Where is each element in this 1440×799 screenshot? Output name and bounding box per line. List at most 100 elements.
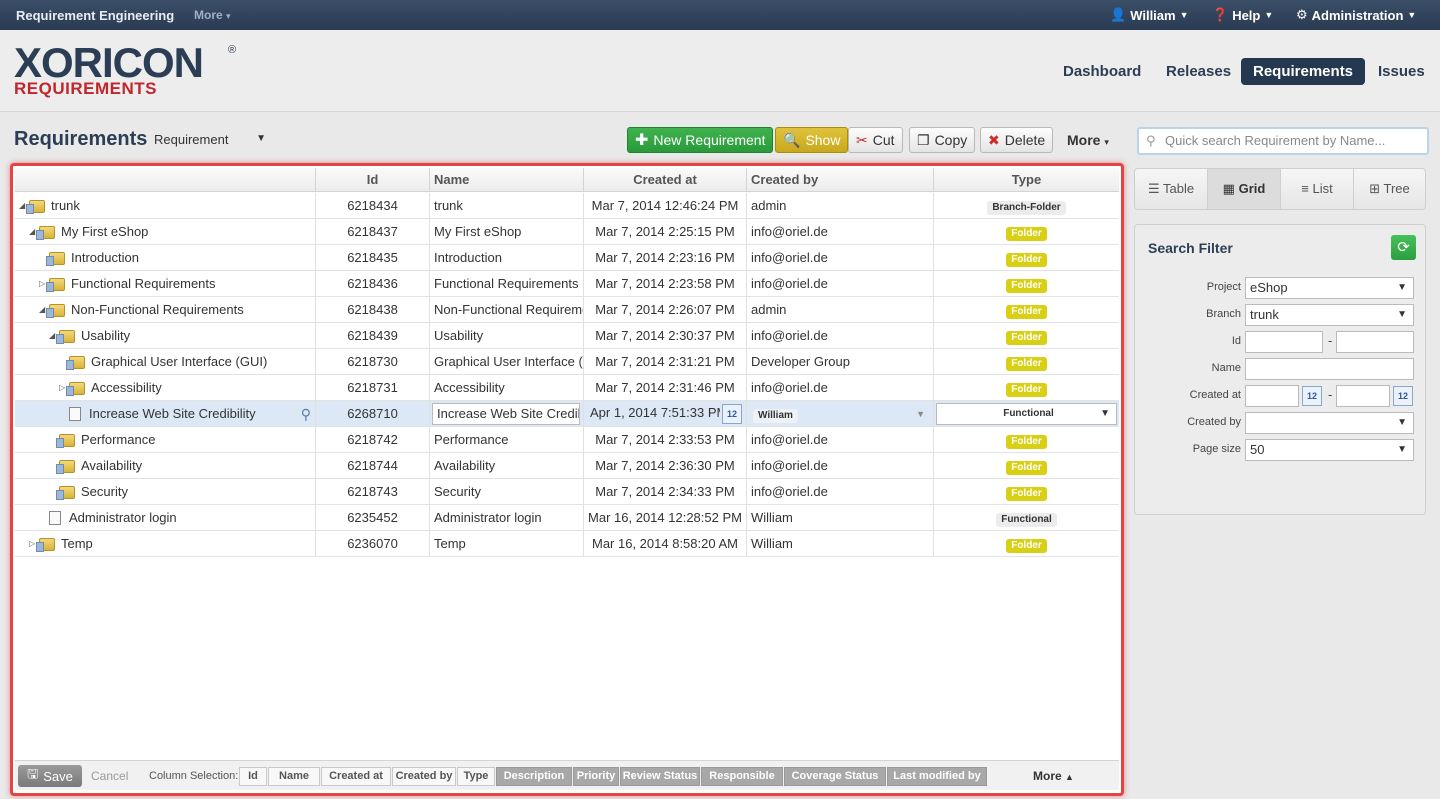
view-tree-button[interactable]: ⊞ Tree — [1354, 169, 1425, 209]
created-at-from-input[interactable] — [1245, 385, 1299, 407]
calendar-icon[interactable]: 12 — [722, 404, 742, 424]
column-toggle-created-at[interactable]: Created at — [321, 767, 391, 786]
toolbar-more-menu[interactable]: More ▾ — [1067, 132, 1109, 148]
new-requirement-button[interactable]: ✚ New Requirement — [627, 127, 774, 153]
column-toggle-type[interactable]: Type — [457, 767, 495, 786]
view-table-label: Table — [1162, 181, 1195, 196]
tree-cell[interactable]: Graphical User Interface (GUI) — [15, 349, 316, 375]
view-table-button[interactable]: ☰ Table — [1135, 169, 1208, 209]
tree-cell[interactable]: ▷ Temp — [15, 531, 316, 557]
user-menu[interactable]: 👤 William ▼ — [1110, 7, 1189, 23]
table-row[interactable]: ◢ My First eShop 6218437 My First eShop Mar … — [15, 219, 1119, 245]
table-row[interactable]: Introduction 6218435 Introduction Mar 7, 20… — [15, 245, 1119, 271]
app-title[interactable]: Requirement Engineering — [16, 8, 174, 23]
cut-button[interactable]: ✂ Cut — [848, 127, 903, 153]
folder-icon — [56, 459, 75, 474]
logo[interactable]: XORICON — [14, 42, 204, 84]
table-row[interactable]: ◢ Usability 6218439 Usability Mar 7, 2014 2:… — [15, 323, 1119, 349]
calendar-icon[interactable]: 12 — [1393, 386, 1413, 406]
copy-button[interactable]: ❐ Copy — [909, 127, 976, 153]
tree-cell[interactable]: ▷ Accessibility — [15, 375, 316, 401]
table-row[interactable]: ◢ trunk 6218434 trunk Mar 7, 2014 12:46:24 P… — [15, 193, 1119, 219]
id-cell: 6218435 — [316, 245, 430, 271]
project-select[interactable]: eShop ▼ — [1245, 277, 1414, 299]
tree-cell[interactable]: Administrator login — [15, 505, 316, 531]
admin-menu[interactable]: ⚙ Administration ▼ — [1296, 7, 1416, 23]
tree-cell[interactable]: ▷ Functional Requirements — [15, 271, 316, 297]
column-toggle-responsible[interactable]: Responsible — [701, 767, 783, 786]
nav-requirements[interactable]: Requirements — [1241, 58, 1366, 85]
tree-cell[interactable]: ◢ Usability — [15, 323, 316, 349]
top-more-menu[interactable]: More ▾ — [194, 8, 231, 22]
name-edit-input[interactable]: Increase Web Site Credibi — [432, 403, 580, 425]
refresh-icon[interactable]: ⟳ — [1391, 235, 1416, 260]
column-toggle-priority[interactable]: Priority — [573, 767, 619, 786]
tree-cell[interactable]: Increase Web Site Credibility ⚲ — [15, 401, 316, 427]
page-size-select[interactable]: 50 ▼ — [1245, 439, 1414, 461]
branch-select[interactable]: trunk ▼ — [1245, 304, 1414, 326]
column-header-id[interactable]: Id — [316, 168, 430, 192]
calendar-icon[interactable]: 12 — [1302, 386, 1322, 406]
show-button[interactable]: 🔍 Show — [775, 127, 849, 153]
table-row[interactable]: ▷ Functional Requirements 6218436 Functiona… — [15, 271, 1119, 297]
view-list-button[interactable]: ≡ List — [1281, 169, 1354, 209]
nav-releases[interactable]: Releases — [1154, 58, 1243, 85]
column-header-name[interactable]: Name — [430, 168, 584, 192]
table-row[interactable]: ▷ Temp 6236070 Temp Mar 16, 2014 8:58:20 AM W… — [15, 531, 1119, 557]
user-menu-label: William — [1130, 7, 1176, 23]
tree-cell[interactable]: ◢ trunk — [15, 193, 316, 219]
nav-dashboard[interactable]: Dashboard — [1051, 58, 1153, 85]
id-to-input[interactable] — [1336, 331, 1414, 353]
view-grid-button[interactable]: ▦ Grid — [1208, 169, 1281, 209]
table-row[interactable]: ▷ Accessibility 6218731 Accessibility Mar 7,… — [15, 375, 1119, 401]
tree-cell[interactable]: Security — [15, 479, 316, 505]
cancel-button[interactable]: Cancel — [91, 769, 128, 783]
footer-more-menu[interactable]: More ▲ — [1033, 769, 1074, 783]
nav-issues[interactable]: Issues — [1366, 58, 1437, 85]
column-header-created-by[interactable]: Created by — [747, 168, 934, 192]
table-row[interactable]: Performance 6218742 Performance Mar 7, 2014… — [15, 427, 1119, 453]
column-header-created-at[interactable]: Created at — [584, 168, 747, 192]
id-label: Id — [1231, 335, 1241, 347]
search-icon[interactable]: ⚲ — [301, 401, 311, 427]
column-header-type[interactable]: Type — [934, 168, 1119, 192]
table-row[interactable]: Security 6218743 Security Mar 7, 2014 2:34:… — [15, 479, 1119, 505]
requirement-type-select[interactable]: Requirement ▼ — [154, 132, 266, 147]
column-toggle-description[interactable]: Description — [496, 767, 572, 786]
folder-icon — [66, 381, 85, 396]
tree-cell[interactable]: ◢ My First eShop — [15, 219, 316, 245]
type-select[interactable]: Functional ▼ — [936, 403, 1117, 425]
name-filter-input[interactable] — [1245, 358, 1414, 380]
id-cell: 6218731 — [316, 375, 430, 401]
table-row[interactable]: ◢ Non-Functional Requirements 6218438 Non-F… — [15, 297, 1119, 323]
created-by-select[interactable]: ▼ — [1245, 412, 1414, 434]
column-toggle-name[interactable]: Name — [268, 767, 320, 786]
created-at-to-input[interactable] — [1336, 385, 1390, 407]
type-badge: Folder — [1006, 331, 1047, 345]
scissors-icon: ✂ — [856, 131, 868, 148]
column-toggle-last-modified-by[interactable]: Last modified by — [887, 767, 987, 786]
created-at-edit-input[interactable]: Apr 1, 2014 7:51:33 PM — [586, 403, 720, 425]
table-row[interactable]: Administrator login 6235452 Administrator … — [15, 505, 1119, 531]
column-toggle-review-status[interactable]: Review Status — [620, 767, 700, 786]
tree-cell[interactable]: ◢ Non-Functional Requirements — [15, 297, 316, 323]
created-by-cell[interactable]: William ▼ — [747, 401, 934, 427]
column-toggle-coverage-status[interactable]: Coverage Status — [784, 767, 886, 786]
table-row[interactable]: Availability 6218744 Availability Mar 7, 20… — [15, 453, 1119, 479]
table-row[interactable]: Graphical User Interface (GUI) 6218730 Gra… — [15, 349, 1119, 375]
delete-button[interactable]: ✖ Delete — [980, 127, 1054, 153]
created-at-cell: Apr 1, 2014 7:51:33 PM 12 — [584, 401, 747, 427]
column-toggle-created-by[interactable]: Created by — [392, 767, 456, 786]
help-menu[interactable]: ❓ Help ▼ — [1212, 7, 1273, 23]
tree-cell[interactable]: Availability — [15, 453, 316, 479]
id-cell: 6218438 — [316, 297, 430, 323]
tree-column-header[interactable] — [15, 168, 316, 192]
table-row[interactable]: Increase Web Site Credibility ⚲ 6268710 Inc… — [15, 401, 1119, 427]
quick-search-input[interactable]: ⚲ Quick search Requirement by Name... — [1137, 127, 1429, 155]
column-toggle-id[interactable]: Id — [239, 767, 267, 786]
save-button[interactable]: 🖫 Save — [18, 765, 82, 787]
id-from-input[interactable] — [1245, 331, 1323, 353]
tree-cell[interactable]: Introduction — [15, 245, 316, 271]
tree-cell[interactable]: Performance — [15, 427, 316, 453]
tree-node-label: trunk — [51, 198, 80, 213]
